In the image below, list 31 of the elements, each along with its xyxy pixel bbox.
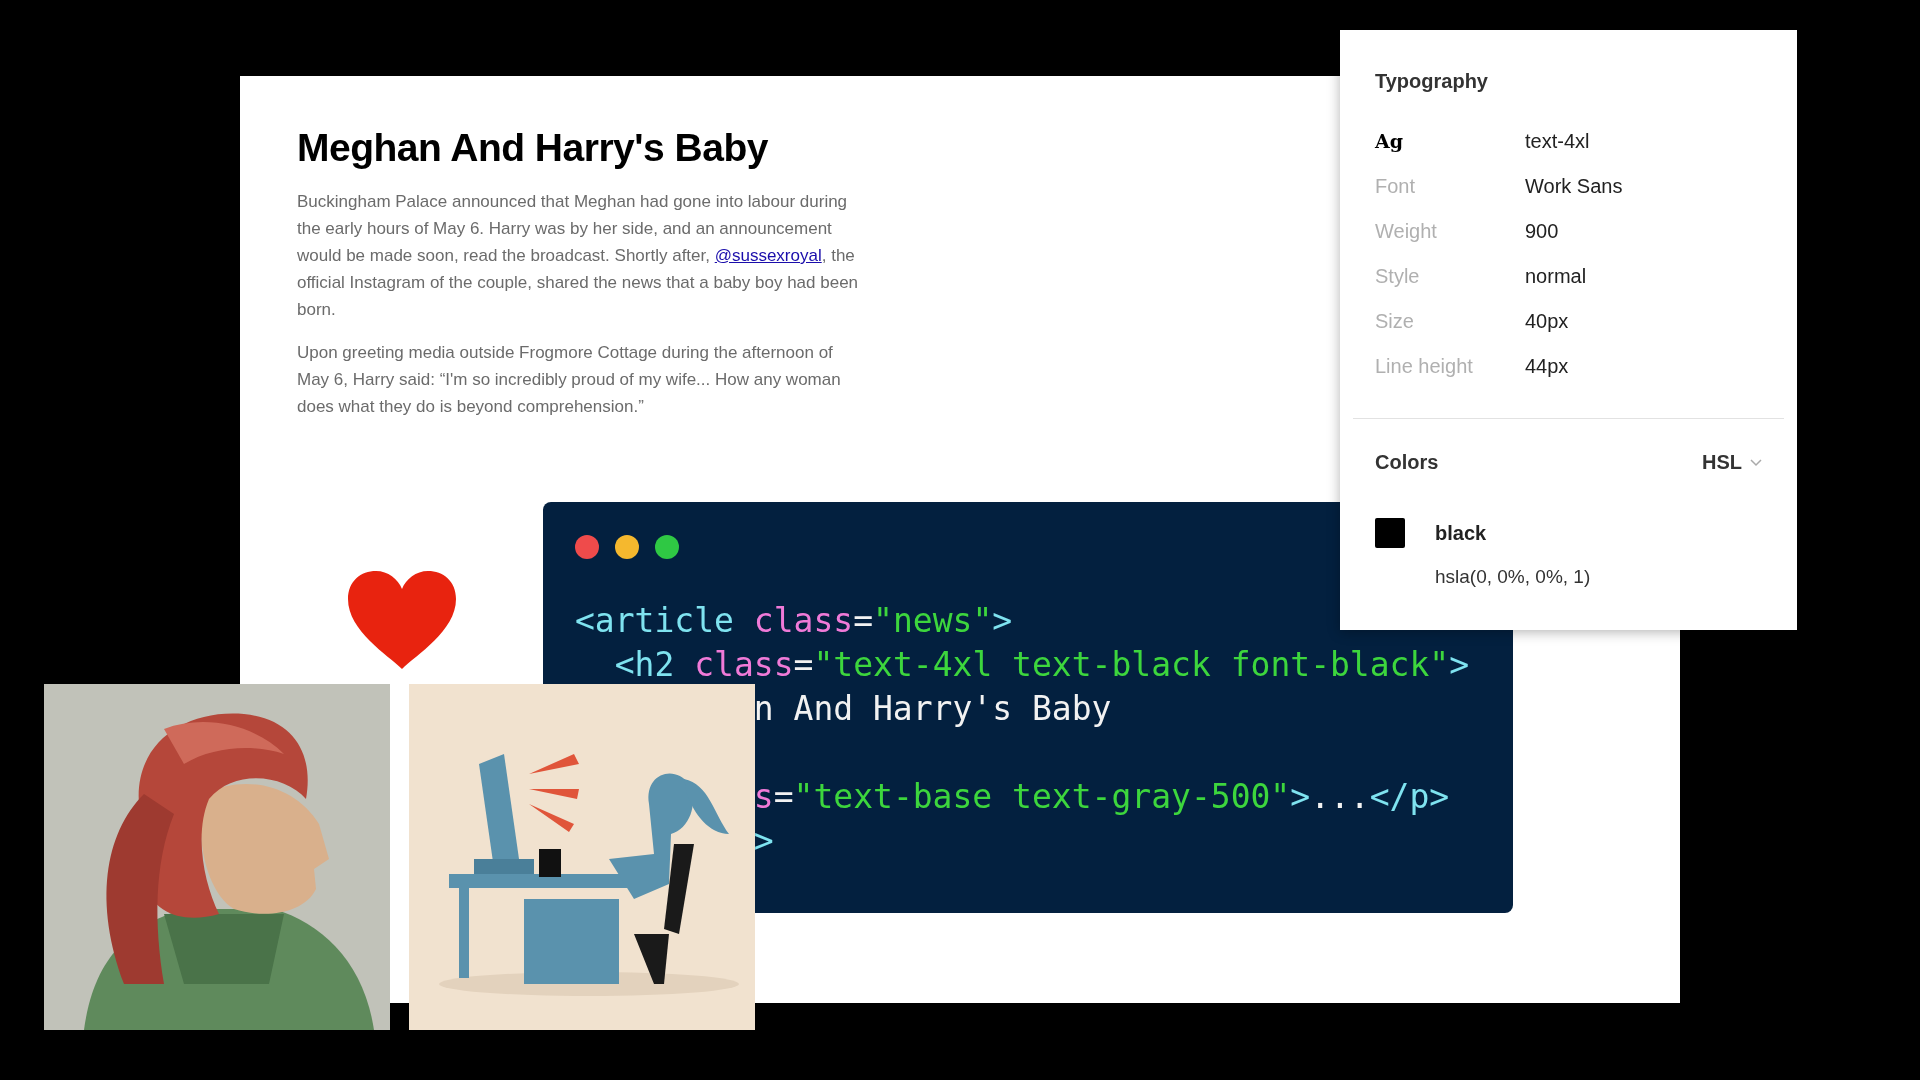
- property-value: 44px: [1525, 354, 1569, 379]
- window-control-icon[interactable]: [615, 535, 639, 559]
- heart-icon: [348, 571, 456, 669]
- type-sample: Ag: [1375, 129, 1405, 154]
- color-value: hsla(0, 0%, 0%, 1): [1435, 566, 1592, 588]
- section-title: Colors: [1375, 451, 1439, 474]
- property-label: Font: [1375, 174, 1417, 199]
- property-value: Work Sans: [1525, 174, 1623, 199]
- property-label: Size: [1375, 309, 1415, 334]
- code-line: <article class="news">: [575, 600, 1013, 642]
- mention-link[interactable]: @sussexroyal: [714, 246, 822, 265]
- code-line: <h2 class="text-4xl text-black font-black">: [614, 644, 1470, 686]
- property-label: Weight: [1375, 219, 1438, 244]
- chevron-down-icon: [1750, 458, 1762, 467]
- window-control-icon[interactable]: [655, 535, 679, 559]
- property-label: Line height: [1375, 354, 1474, 379]
- article-paragraph: Buckingham Palace announced that Meghan had gone into labour during the early hours of May 6. Harry was by her side, and an announcement would be made soon, read the broadcast. Shortly after, @sussexroyal, the official Instagram of the couple, shared the news that a baby boy had been born.: [297, 191, 860, 321]
- format-dropdown[interactable]: HSL: [1702, 451, 1762, 474]
- article-paragraph: Upon greeting media outside Frogmore Cottage during the afternoon of May 6, Harry said: “I'm so incredibly proud of my wife... How any woman does what they do is beyond comprehension.”: [297, 342, 842, 418]
- color-name: black: [1435, 521, 1488, 545]
- code-line: n And Harry's Baby: [753, 688, 1112, 730]
- property-value: text-4xl: [1525, 129, 1590, 154]
- window-control-icon[interactable]: [575, 535, 599, 559]
- article-title: Meghan And Harry's Baby: [297, 126, 769, 170]
- property-value: 900: [1525, 219, 1559, 244]
- code-line: s="text-base text-gray-500">...</p>: [753, 776, 1450, 818]
- section-title: Typography: [1375, 70, 1489, 93]
- property-value: normal: [1525, 264, 1587, 289]
- property-label: Style: [1375, 264, 1421, 289]
- property-value: 40px: [1525, 309, 1569, 334]
- code-line: >: [753, 820, 774, 862]
